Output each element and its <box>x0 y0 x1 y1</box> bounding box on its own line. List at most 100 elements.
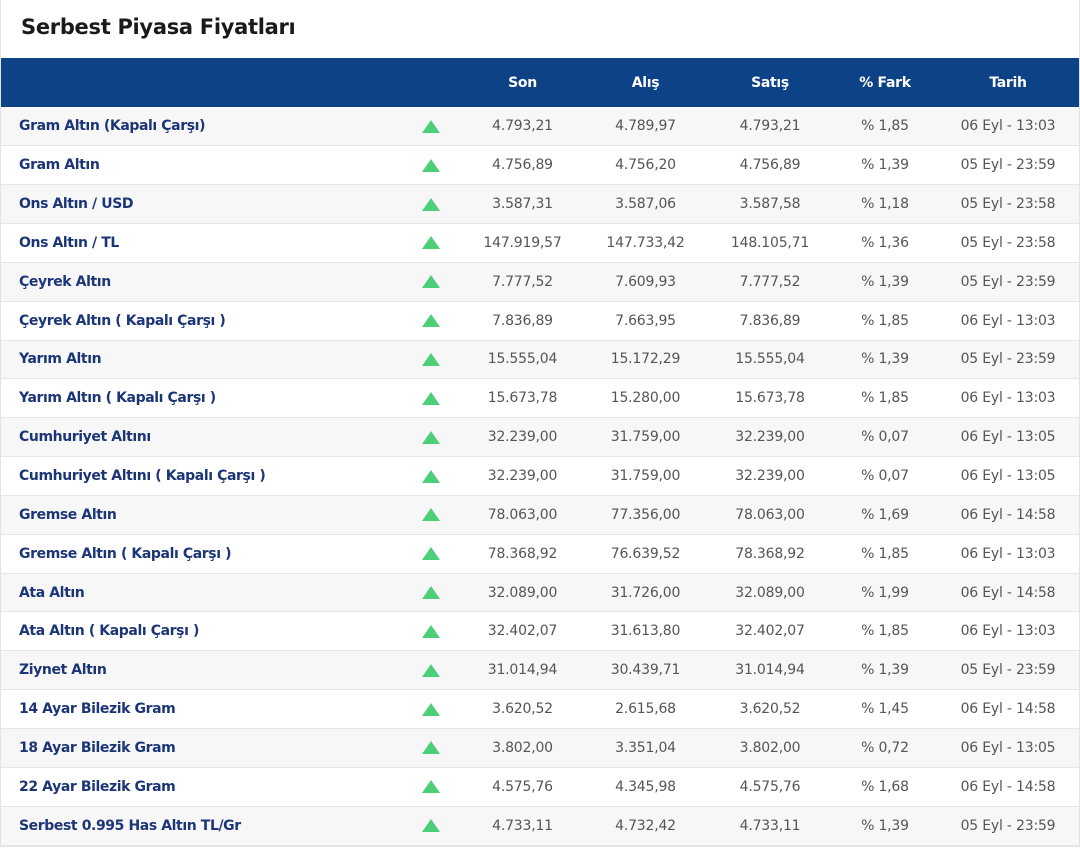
cell-satis: 32.239,00 <box>735 429 805 446</box>
cell-fark: % 1,68 <box>861 778 909 795</box>
up-arrow-icon <box>422 586 440 600</box>
cell-name[interactable]: 18 Ayar Bilezik Gram <box>1 729 401 768</box>
cell-name[interactable]: Ons Altın / TL <box>1 224 401 263</box>
cell-son: 3.587,31 <box>492 196 553 213</box>
cell-son: 4.756,89 <box>492 157 553 174</box>
cell-satis: 4.575,76 <box>739 778 801 795</box>
cell-son: 78.368,92 <box>487 545 558 562</box>
cell-trend <box>401 224 461 263</box>
cell-name[interactable]: Gremse Altın ( Kapalı Çarşı ) <box>1 534 401 573</box>
table-row[interactable]: Ata Altın 32.089,00 31.726,00 32.089,00 % 1,… <box>1 573 1079 612</box>
table-header: Son Alış Satış % Fark Tarih <box>1 58 1079 107</box>
cell-trend <box>401 379 461 418</box>
cell-name[interactable]: Cumhuriyet Altını <box>1 418 401 457</box>
cell-son: 7.777,52 <box>492 273 553 290</box>
cell-son: 78.063,00 <box>487 506 558 523</box>
cell-tarih: 06 Eyl - 13:03 <box>960 545 1056 562</box>
cell-name[interactable]: 22 Ayar Bilezik Gram <box>1 767 401 806</box>
table-row[interactable]: Yarım Altın ( Kapalı Çarşı ) 15.673,78 15.… <box>1 378 1079 418</box>
cell-satis: 3.587,58 <box>739 196 801 213</box>
cell-name[interactable]: Cumhuriyet Altını ( Kapalı Çarşı ) <box>1 457 401 496</box>
up-arrow-icon <box>422 547 440 561</box>
cell-name[interactable]: Gremse Altın <box>1 495 401 534</box>
cell-tarih: 06 Eyl - 14:58 <box>960 778 1056 795</box>
cell-son: 32.239,00 <box>487 468 558 485</box>
cell-satis: 15.673,78 <box>735 390 805 407</box>
cell-son: 3.620,52 <box>492 701 553 718</box>
table-row[interactable]: Gremse Altın ( Kapalı Çarşı ) 78.368,92 76… <box>1 534 1079 574</box>
cell-trend <box>401 301 461 340</box>
cell-son: 15.555,04 <box>487 351 558 368</box>
cell-son: 4.575,76 <box>492 778 553 795</box>
cell-name[interactable]: 14 Ayar Bilezik Gram <box>1 690 401 729</box>
table-row[interactable]: Yarım Altın 15.555,04 15.172,29 15.555,04 % … <box>1 340 1079 379</box>
up-arrow-icon <box>422 352 440 366</box>
cell-name[interactable]: Gram Altın <box>1 146 401 185</box>
cell-alis: 4.789,97 <box>615 118 676 135</box>
table-row[interactable]: 18 Ayar Bilezik Gram 3.802,00 3.351,04 3.80… <box>1 728 1079 768</box>
table-row[interactable]: Gremse Altın 78.063,00 77.356,00 78.063,00%… <box>1 495 1079 535</box>
cell-fark: % 1,39 <box>861 157 909 174</box>
cell-tarih: 06 Eyl - 14:58 <box>960 584 1056 601</box>
cell-alis: 7.663,95 <box>615 312 676 329</box>
header-alis[interactable]: Alış <box>584 58 707 107</box>
cell-trend <box>401 690 461 729</box>
cell-alis: 31.726,00 <box>610 584 681 601</box>
table-row[interactable]: Çeyrek Altın ( Kapalı Çarşı ) 7.836,89 7.6… <box>1 301 1079 341</box>
cell-alis: 4.756,20 <box>615 157 676 174</box>
cell-name[interactable]: Ziynet Altın <box>1 651 401 690</box>
up-arrow-icon <box>422 780 440 794</box>
cell-fark: % 1,39 <box>861 662 909 679</box>
table-row[interactable]: Ons Altın / USD 3.587,31 3.587,06 3.587,58%… <box>1 184 1079 224</box>
cell-trend <box>401 612 461 651</box>
cell-trend <box>401 340 461 379</box>
up-arrow-icon <box>422 663 440 677</box>
cell-alis: 77.356,00 <box>610 506 681 523</box>
table-row[interactable]: Serbest 0.995 Has Altın TL/Gr 4.733,11 4.7… <box>1 806 1079 846</box>
cell-name[interactable]: Ata Altın ( Kapalı Çarşı ) <box>1 612 401 651</box>
up-arrow-icon <box>422 391 440 405</box>
cell-fark: % 1,85 <box>861 312 909 329</box>
cell-name[interactable]: Gram Altın (Kapalı Çarşı) <box>1 107 401 146</box>
header-trend <box>401 58 461 107</box>
header-satis[interactable]: Satış <box>707 58 833 107</box>
cell-name[interactable]: Yarım Altın ( Kapalı Çarşı ) <box>1 379 401 418</box>
table-row[interactable]: Cumhuriyet Altını ( Kapalı Çarşı ) 32.239… <box>1 456 1079 496</box>
header-name <box>1 58 401 107</box>
cell-name[interactable]: Ata Altın <box>1 573 401 612</box>
cell-name[interactable]: Çeyrek Altın <box>1 262 401 301</box>
cell-alis: 31.759,00 <box>610 429 681 446</box>
table-row[interactable]: 14 Ayar Bilezik Gram 3.620,52 2.615,68 3.62… <box>1 689 1079 729</box>
up-arrow-icon <box>422 702 440 716</box>
table-row[interactable]: Ons Altın / TL 147.919,57 147.733,42 148.10… <box>1 223 1079 263</box>
cell-name[interactable]: Serbest 0.995 Has Altın TL/Gr <box>1 806 401 845</box>
cell-name[interactable]: Yarım Altın <box>1 340 401 379</box>
cell-name[interactable]: Ons Altın / USD <box>1 185 401 224</box>
cell-fark: % 1,36 <box>861 234 909 251</box>
cell-satis: 32.402,07 <box>735 623 805 640</box>
cell-alis: 15.280,00 <box>610 390 681 407</box>
header-son[interactable]: Son <box>461 58 584 107</box>
price-panel: Serbest Piyasa Fiyatları Son Alış Satış … <box>0 0 1080 847</box>
header-fark[interactable]: % Fark <box>833 58 937 107</box>
table-row[interactable]: Gram Altın (Kapalı Çarşı) 4.793,21 4.789,9… <box>1 107 1079 146</box>
table-row[interactable]: 22 Ayar Bilezik Gram 4.575,76 4.345,98 4.57… <box>1 767 1079 807</box>
cell-satis: 4.756,89 <box>739 157 801 174</box>
cell-trend <box>401 457 461 496</box>
up-arrow-icon <box>422 314 440 328</box>
table-row[interactable]: Gram Altın 4.756,89 4.756,20 4.756,89 % 1,39… <box>1 145 1079 185</box>
cell-satis: 7.777,52 <box>739 273 801 290</box>
cell-satis: 3.620,52 <box>739 701 801 718</box>
cell-satis: 148.105,71 <box>730 234 810 251</box>
cell-fark: % 0,72 <box>861 739 909 756</box>
table-row[interactable]: Ata Altın ( Kapalı Çarşı ) 32.402,07 31.61… <box>1 611 1079 651</box>
table-row[interactable]: Çeyrek Altın 7.777,52 7.609,93 7.777,52 % 1,… <box>1 262 1079 302</box>
up-arrow-icon <box>422 119 440 133</box>
table-row[interactable]: Ziynet Altın 31.014,94 30.439,71 31.014,94%… <box>1 650 1079 690</box>
cell-satis: 3.802,00 <box>739 739 801 756</box>
cell-name[interactable]: Çeyrek Altın ( Kapalı Çarşı ) <box>1 301 401 340</box>
header-tarih[interactable]: Tarih <box>937 58 1079 107</box>
cell-alis: 31.759,00 <box>610 468 681 485</box>
cell-tarih: 06 Eyl - 13:03 <box>960 623 1056 640</box>
table-row[interactable]: Cumhuriyet Altını 32.239,00 31.759,00 32.23… <box>1 417 1079 457</box>
